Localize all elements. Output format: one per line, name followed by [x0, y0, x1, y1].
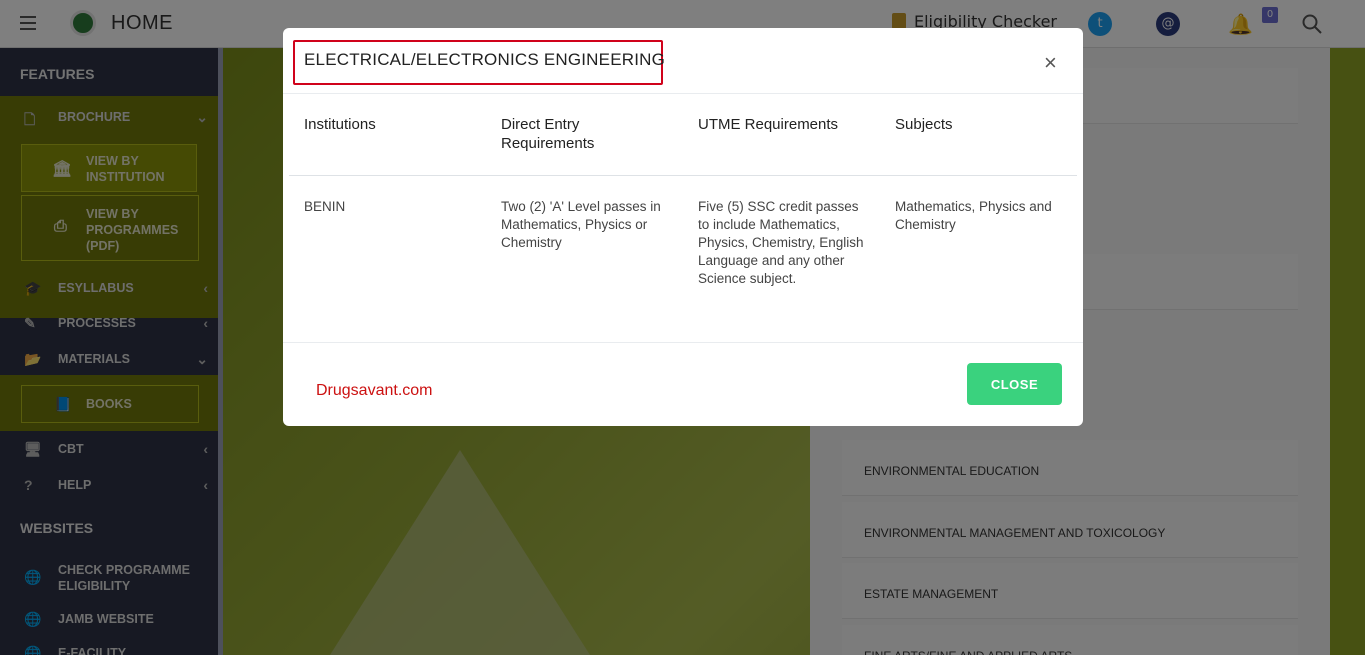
cell-institution: BENIN: [304, 199, 346, 214]
table-divider: [289, 175, 1077, 176]
close-icon[interactable]: ×: [1044, 50, 1057, 76]
cell-subjects: Mathematics, Physics and Chemistry: [895, 199, 1052, 232]
cell-utme: Five (5) SSC credit passes to include Ma…: [698, 199, 864, 286]
column-header-institutions: Institutions: [304, 116, 376, 133]
footer-divider: [283, 342, 1083, 343]
programme-details-modal: ELECTRICAL/ELECTRONICS ENGINEERING × Ins…: [283, 28, 1083, 426]
cell-direct-entry: Two (2) 'A' Level passes in Mathematics,…: [501, 199, 661, 250]
modal-title: ELECTRICAL/ELECTRONICS ENGINEERING: [304, 50, 666, 69]
column-header-direct-entry: Direct Entry Requirements: [501, 116, 595, 152]
close-button[interactable]: CLOSE: [967, 363, 1062, 405]
column-header-utme: UTME Requirements: [698, 116, 839, 133]
column-header-subjects: Subjects: [895, 116, 953, 133]
modal-header: ELECTRICAL/ELECTRONICS ENGINEERING ×: [283, 28, 1083, 94]
watermark-text: Drugsavant.com: [316, 382, 433, 399]
